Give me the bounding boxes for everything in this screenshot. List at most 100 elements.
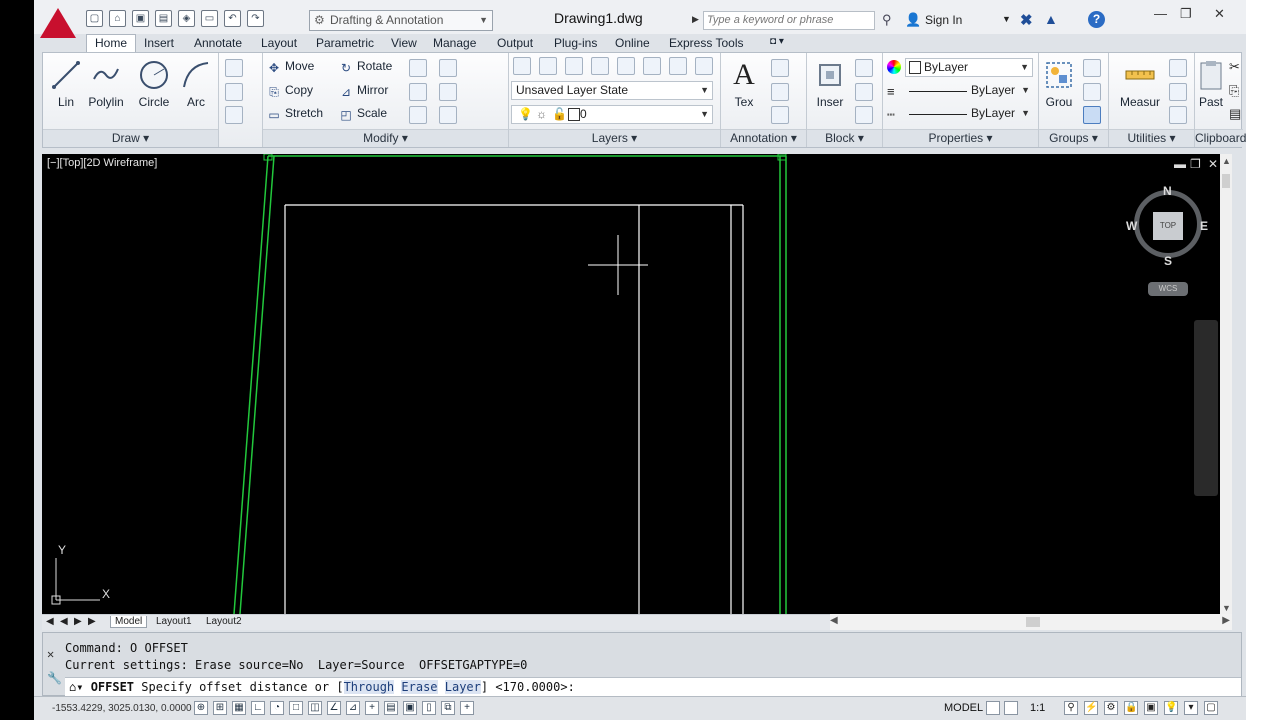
viewcube-top-face[interactable]: TOP <box>1153 212 1183 240</box>
quick-view-drawings-icon[interactable] <box>1004 701 1018 715</box>
ribbon-minimize-icon[interactable]: ◘ ▾ <box>770 36 784 47</box>
layer-dropdown[interactable]: 💡 ☼ 🔓 0 ▼ <box>511 105 713 124</box>
layer-previous-icon[interactable] <box>565 57 583 75</box>
isolate-objects-icon[interactable]: 💡 <box>1164 701 1178 715</box>
tab-layout1[interactable]: Layout1 <box>156 616 192 627</box>
grid-display-icon[interactable]: ▦ <box>232 701 246 715</box>
prev-tab-icon[interactable]: ◀ <box>60 616 68 627</box>
sign-in-button[interactable]: Sign In <box>925 13 962 27</box>
3d-object-snap-icon[interactable]: ◫ <box>308 701 322 715</box>
workspace-switching-icon[interactable]: ⚙ <box>1104 701 1118 715</box>
circle-button[interactable]: Circle <box>131 59 177 109</box>
quick-select-icon[interactable] <box>1169 59 1187 77</box>
layer-unlock-icon[interactable] <box>695 57 713 75</box>
region-icon[interactable] <box>225 106 243 124</box>
option-erase[interactable]: Erase <box>401 680 438 694</box>
infer-constraints-icon[interactable]: ⊕ <box>194 701 208 715</box>
help-icon[interactable]: ? <box>1088 11 1105 28</box>
command-input[interactable]: ⌂▾ OFFSET Specify offset distance or [Th… <box>65 677 1241 696</box>
attribute-icon[interactable] <box>855 106 873 124</box>
edit-block-icon[interactable] <box>855 83 873 101</box>
option-through[interactable]: Through <box>343 680 395 694</box>
status-menu-icon[interactable]: ▾ <box>1184 701 1198 715</box>
tab-express-tools[interactable]: Express Tools <box>669 36 743 50</box>
explode-icon[interactable] <box>439 83 457 101</box>
autodesk-360-icon[interactable]: ▲ <box>1044 11 1058 27</box>
leader-icon[interactable] <box>771 83 789 101</box>
table-icon[interactable] <box>771 106 789 124</box>
web-icon[interactable]: ◈ <box>178 10 195 27</box>
annotation-scale[interactable]: 1:1 <box>1030 702 1045 714</box>
vertical-scroll-thumb[interactable] <box>1222 174 1230 188</box>
layer-off-icon[interactable] <box>643 57 661 75</box>
viewcube-west[interactable]: W <box>1126 219 1137 233</box>
group-selection-icon[interactable] <box>1083 106 1101 124</box>
polyline-button[interactable]: Polylin <box>83 59 129 109</box>
selection-cycling-icon[interactable]: ⧉ <box>441 701 455 715</box>
annotation-panel-title[interactable]: Annotation ▾ <box>721 129 806 147</box>
binoculars-icon[interactable]: ⚲ <box>882 12 892 28</box>
draw-panel-title[interactable]: Draw ▾ <box>43 129 218 147</box>
layer-freeze-icon[interactable] <box>617 57 635 75</box>
hardware-acceleration-icon[interactable]: ▣ <box>1144 701 1158 715</box>
tab-insert[interactable]: Insert <box>144 36 174 50</box>
wrench-icon[interactable]: 🔧 <box>47 671 62 685</box>
properties-panel-title[interactable]: Properties ▾ <box>883 129 1038 147</box>
tab-layout2[interactable]: Layout2 <box>206 616 242 627</box>
object-snap-tracking-icon[interactable]: ∠ <box>327 701 341 715</box>
color-dropdown[interactable]: ByLayer ▼ <box>905 58 1033 77</box>
sign-in-chevron-icon[interactable]: ▼ <box>1002 14 1011 24</box>
close-icon[interactable]: ✕ <box>47 647 54 661</box>
undo-icon[interactable]: ↶ <box>224 10 241 27</box>
utilities-panel-title[interactable]: Utilities ▾ <box>1109 129 1194 147</box>
fillet-icon[interactable] <box>409 83 427 101</box>
save-icon[interactable]: ▣ <box>132 10 149 27</box>
quick-view-layouts-icon[interactable] <box>986 701 1000 715</box>
measure-button[interactable]: Measur <box>1115 59 1165 109</box>
viewcube-south[interactable]: S <box>1164 254 1172 268</box>
insert-button[interactable]: Inser <box>807 59 853 109</box>
layer-state-dropdown[interactable]: Unsaved Layer State ▼ <box>511 81 713 100</box>
new-icon[interactable]: ▢ <box>86 10 103 27</box>
option-layer[interactable]: Layer <box>444 680 481 694</box>
tab-online[interactable]: Online <box>615 36 650 50</box>
hatch-icon[interactable] <box>225 83 243 101</box>
coordinate-readout[interactable]: -1553.4229, 3025.0130, 0.0000 <box>52 703 192 714</box>
group-button[interactable]: Grou <box>1039 59 1079 109</box>
search-input[interactable]: Type a keyword or phrase <box>703 11 875 30</box>
arc-button[interactable]: Arc <box>173 59 219 109</box>
copy-button[interactable]: ⎘ Copy <box>267 83 313 99</box>
scroll-up-icon[interactable]: ▲ <box>1222 156 1231 166</box>
layer-lock-icon[interactable] <box>669 57 687 75</box>
rotate-button[interactable]: ↻ Rotate <box>339 59 392 75</box>
next-tab-icon[interactable]: ▶ <box>74 616 82 627</box>
layers-panel-title[interactable]: Layers ▾ <box>509 129 720 147</box>
snap-mode-icon[interactable]: ⊞ <box>213 701 227 715</box>
cut-icon[interactable]: ✂ <box>1229 59 1240 75</box>
calculator-icon[interactable] <box>1169 106 1187 124</box>
move-button[interactable]: ✥ Move <box>267 59 314 75</box>
open-icon[interactable]: ⌂ <box>109 10 126 27</box>
linetype-dropdown[interactable]: ByLayer ▼ <box>905 105 1033 124</box>
text-button[interactable]: A Tex <box>721 59 767 110</box>
dimension-icon[interactable] <box>771 59 789 77</box>
horizontal-scroll-thumb[interactable] <box>1026 617 1040 627</box>
auto-scale-icon[interactable]: ⚡ <box>1084 701 1098 715</box>
last-tab-icon[interactable]: ▶ <box>88 616 96 627</box>
scroll-left-icon[interactable]: ◀ <box>830 615 838 626</box>
tab-layout[interactable]: Layout <box>261 36 297 50</box>
dynamic-input-icon[interactable]: + <box>365 701 379 715</box>
layer-isolate-icon[interactable] <box>591 57 609 75</box>
maximize-icon[interactable]: ❐ <box>1180 6 1192 22</box>
annotation-visibility-icon[interactable]: ⚲ <box>1064 701 1078 715</box>
array-icon[interactable] <box>409 106 427 124</box>
model-space-toggle[interactable]: MODEL <box>944 702 983 714</box>
redo-icon[interactable]: ↷ <box>247 10 264 27</box>
trim-icon[interactable] <box>409 59 427 77</box>
object-snap-icon[interactable]: □ <box>289 701 303 715</box>
copy-clip-icon[interactable]: ⎘ <box>1229 83 1239 99</box>
horizontal-scrollbar[interactable]: ◀ ▶ <box>830 614 1232 630</box>
tab-model[interactable]: Model <box>110 616 148 628</box>
save-as-icon[interactable]: ▤ <box>155 10 172 27</box>
navigation-bar[interactable] <box>1194 320 1218 496</box>
